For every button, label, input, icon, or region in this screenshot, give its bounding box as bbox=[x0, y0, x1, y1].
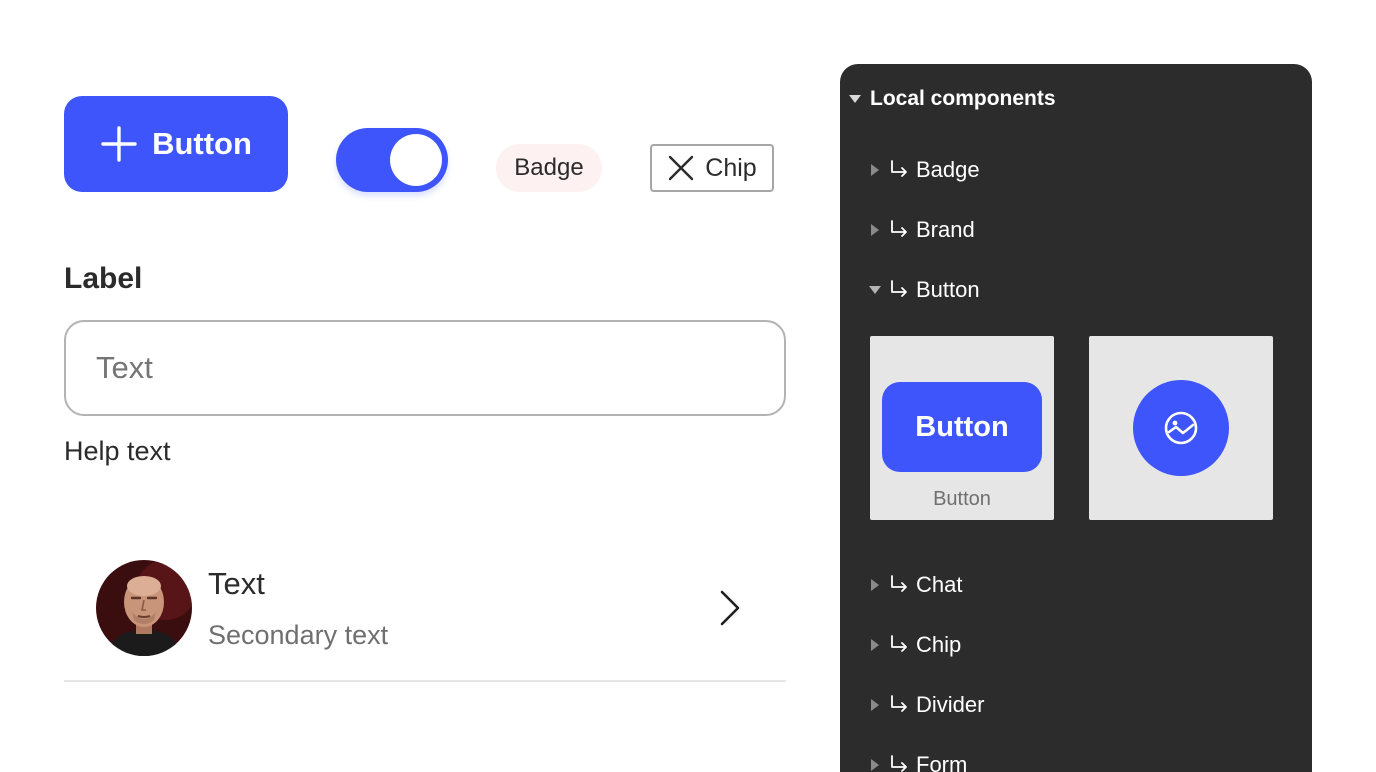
component-thumbnail-icon-button[interactable] bbox=[1089, 336, 1273, 520]
list-item[interactable]: Text Secondary text bbox=[64, 544, 786, 682]
caret-right-icon bbox=[871, 639, 879, 651]
close-icon[interactable] bbox=[667, 154, 695, 182]
avatar bbox=[96, 560, 192, 656]
toggle-switch[interactable] bbox=[336, 128, 448, 192]
panel-header[interactable]: Local components bbox=[848, 84, 1056, 114]
return-arrow-icon bbox=[891, 220, 907, 237]
component-thumbnail-button[interactable]: Button Button bbox=[870, 336, 1054, 520]
return-arrow-icon bbox=[891, 575, 907, 592]
primary-button-label: Button bbox=[152, 126, 252, 161]
field-label: Label bbox=[64, 262, 143, 295]
button-preview: Button bbox=[882, 382, 1042, 472]
tree-item-form[interactable]: Form bbox=[868, 750, 967, 772]
list-item-secondary-text: Secondary text bbox=[208, 620, 389, 650]
caret-right-icon bbox=[871, 224, 879, 236]
tree-item-label: Button bbox=[916, 277, 980, 302]
badge: Badge bbox=[496, 144, 602, 192]
return-arrow-icon bbox=[891, 695, 907, 712]
tree-item-chip[interactable]: Chip bbox=[868, 630, 961, 660]
tree-item-label: Brand bbox=[916, 217, 975, 242]
help-text: Help text bbox=[64, 436, 171, 466]
caret-down-icon bbox=[869, 286, 881, 294]
tree-item-badge[interactable]: Badge bbox=[868, 155, 980, 185]
primary-button[interactable]: Button bbox=[64, 96, 288, 192]
list-item-primary-text: Text bbox=[208, 566, 265, 601]
button-preview-label: Button bbox=[915, 410, 1009, 443]
caret-right-icon bbox=[871, 699, 879, 711]
chevron-right-icon bbox=[720, 590, 740, 626]
badge-label: Badge bbox=[514, 154, 584, 181]
avatar-photo bbox=[96, 560, 192, 656]
return-arrow-icon bbox=[891, 755, 907, 772]
tree-item-brand[interactable]: Brand bbox=[868, 215, 975, 245]
local-components-panel: Local components Badge Brand Button Butt… bbox=[840, 64, 1312, 772]
caret-right-icon bbox=[871, 579, 879, 591]
plus-icon bbox=[101, 126, 137, 162]
chip-label: Chip bbox=[705, 153, 757, 182]
tree-item-label: Divider bbox=[916, 692, 985, 717]
text-field[interactable] bbox=[64, 320, 786, 416]
thumbnail-caption: Button bbox=[933, 488, 991, 510]
icon-button-preview bbox=[1133, 380, 1229, 476]
panel-title: Local components bbox=[870, 87, 1056, 110]
return-arrow-icon bbox=[891, 160, 907, 177]
tree-item-label: Badge bbox=[916, 157, 980, 182]
tree-item-label: Chat bbox=[916, 572, 963, 597]
caret-right-icon bbox=[871, 759, 879, 771]
image-icon bbox=[1164, 411, 1198, 445]
tree-item-label: Chip bbox=[916, 632, 962, 657]
toggle-knob bbox=[390, 134, 442, 186]
caret-right-icon bbox=[871, 164, 879, 176]
caret-down-icon bbox=[849, 95, 861, 103]
tree-item-chat[interactable]: Chat bbox=[868, 570, 962, 600]
tree-item-label: Form bbox=[916, 752, 968, 772]
chip[interactable]: Chip bbox=[650, 144, 774, 192]
return-arrow-icon bbox=[891, 635, 907, 652]
return-arrow-icon bbox=[891, 280, 907, 297]
tree-item-divider[interactable]: Divider bbox=[868, 690, 984, 720]
tree-item-button[interactable]: Button bbox=[868, 275, 980, 305]
